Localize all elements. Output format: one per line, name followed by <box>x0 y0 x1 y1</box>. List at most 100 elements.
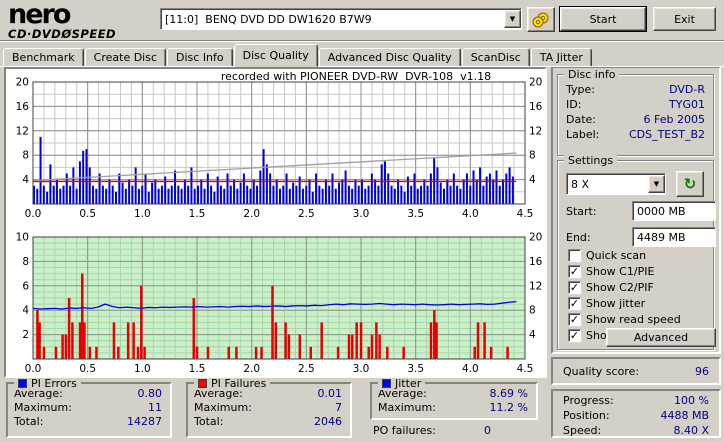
logo-nero-text: nero <box>8 0 71 30</box>
speed-select-value: 8 X <box>571 177 590 191</box>
chart-panel: recorded with PIONEER DVD-RW DVR-108 v1.… <box>4 67 547 378</box>
y-right-tick-label: 8 <box>529 150 536 162</box>
drive-select[interactable]: [11:0] BENQ DVD DD DW1620 B7W9 ▼ <box>160 8 522 30</box>
checkbox-unchecked-icon[interactable] <box>568 249 581 262</box>
pi-errors-row: Total: 14287 <box>14 415 162 429</box>
tab-create-disc[interactable]: Create Disc <box>84 48 167 67</box>
checkbox-checked-icon[interactable]: ✓ <box>568 329 581 342</box>
progress-row: Speed: 8.40 X <box>563 423 709 438</box>
pi-failures-color-swatch <box>198 379 207 388</box>
pi-failures-legend: PI Failures <box>194 377 271 390</box>
y-left-tick-label: 4 <box>22 174 29 186</box>
start-position-input[interactable]: 0000 MB <box>632 201 716 221</box>
jitter-row: Maximum: 11.2 % <box>378 401 528 415</box>
exit-button[interactable]: Exit <box>653 7 716 31</box>
x-tick-label: 2.5 <box>298 363 315 375</box>
charts-canvas: 4 8 12 16 20 4 8 12 16 20 0.0 0.5 1.0 1.5 2.0 2.5 3.0 3.5… <box>16 77 543 376</box>
x-tick-label: 3.0 <box>353 208 370 220</box>
x-tick-label: 4.5 <box>517 363 534 375</box>
y-right-tick-label: 20 <box>529 77 542 89</box>
pi-errors-chart: 4 8 12 16 20 4 8 12 16 20 0.0 0.5 1.0 1.5 2.0 2.5 3.0 3.5… <box>16 77 543 221</box>
pi-failures-row-label: Maximum: <box>194 401 252 414</box>
logo-cdspeed-text: CD·DVDØSPEED <box>8 27 117 41</box>
disc-info-row-value: CDS_TEST_B2 <box>628 128 705 141</box>
tab-ta-jitter[interactable]: TA Jitter <box>530 48 592 67</box>
x-tick-label: 3.5 <box>407 208 424 220</box>
checkbox-row-show-read-speed[interactable]: ✓ Show read speed <box>568 313 681 326</box>
start-button-label: Start <box>589 12 617 26</box>
tab-disc-quality[interactable]: Disc Quality <box>233 44 318 67</box>
tab-bar: Benchmark Create Disc Disc Info Disc Qualit… <box>3 44 593 67</box>
pi-failures-row: Total: 2046 <box>194 415 342 429</box>
po-failures-row: PO failures: 0 <box>373 424 491 437</box>
end-position-input[interactable]: 4489 MB <box>632 227 716 247</box>
checkbox-label: Show C2/PIF <box>586 281 654 294</box>
end-position-label: End: <box>566 231 591 244</box>
checkbox-label: Show jitter <box>586 297 646 310</box>
disc-info-row: Type: DVD-R <box>566 82 705 97</box>
disc-info-title: Disc info <box>568 68 616 81</box>
quality-score-value: 96 <box>695 364 709 378</box>
tab-benchmark[interactable]: Benchmark <box>3 48 84 67</box>
eject-disc-button[interactable] <box>527 7 555 32</box>
progress-row-label: Speed: <box>563 424 602 437</box>
x-tick-label: 4.0 <box>462 208 479 220</box>
disc-info-row-label: Date: <box>566 113 596 126</box>
checkbox-label: Show C1/PIE <box>586 265 655 278</box>
pi-errors-row-value: 14287 <box>127 415 162 428</box>
tab-disc-info[interactable]: Disc Info <box>167 48 233 67</box>
pi-errors-row-label: Total: <box>14 415 44 428</box>
pi-errors-title: PI Errors <box>31 377 77 390</box>
checkbox-checked-icon[interactable]: ✓ <box>568 281 581 294</box>
start-button[interactable]: Start <box>560 7 646 31</box>
x-tick-label: 1.5 <box>189 208 206 220</box>
exit-button-label: Exit <box>674 12 695 26</box>
y-left-tick-label: 8 <box>22 256 29 268</box>
disc-info-legend: Disc info <box>564 68 620 81</box>
y-right-tick-label: 4 <box>529 174 536 186</box>
disc-info-row-value: TYG01 <box>669 98 705 111</box>
advanced-button[interactable]: Advanced <box>606 328 716 347</box>
y-right-tick-label: 20 <box>529 232 542 244</box>
drive-select-arrow[interactable]: ▼ <box>504 10 521 28</box>
y-left-tick-label: 6 <box>22 280 29 292</box>
po-failures-value: 0 <box>484 424 491 437</box>
checkbox-row-quick-scan[interactable]: Quick scan <box>568 249 646 262</box>
speed-select[interactable]: 8 X ▼ <box>566 173 666 195</box>
disc-info-row: Label: CDS_TEST_B2 <box>566 127 705 142</box>
jitter-title: Jitter <box>395 377 422 390</box>
speed-select-arrow[interactable]: ▼ <box>648 175 665 193</box>
pi-errors-row-label: Maximum: <box>14 401 72 414</box>
refresh-button[interactable]: ↻ <box>676 171 704 197</box>
disc-info-row-value: DVD-R <box>669 83 705 96</box>
y-right-tick-label: 16 <box>529 256 543 268</box>
y-right-tick-label: 12 <box>529 280 542 292</box>
x-tick-label: 0.5 <box>79 363 96 375</box>
pi-failures-jitter-chart: 2 4 6 8 10 4 8 12 16 20 0.0 0.5 1.0 1.5 2.0 2.5 3.0 3.5 4.… <box>16 232 543 376</box>
checkbox-checked-icon[interactable]: ✓ <box>568 313 581 326</box>
checkbox-row-show-c2-pif[interactable]: ✓ Show C2/PIF <box>568 281 654 294</box>
pi-failures-row-value: 7 <box>335 401 342 414</box>
y-left-tick-label: 8 <box>22 150 29 162</box>
jitter-legend: Jitter <box>378 377 426 390</box>
y-right-tick-label: 8 <box>529 305 536 317</box>
po-failures-label: PO failures: <box>373 424 436 437</box>
disc-info-row: ID: TYG01 <box>566 97 705 112</box>
disc-info-group: Disc info Type: DVD-R ID: TYG01 Date: 6 Feb 2… <box>557 68 714 156</box>
checkbox-row-show-c1-pie[interactable]: ✓ Show C1/PIE <box>568 265 654 278</box>
jitter-color-swatch <box>382 379 391 388</box>
disc-info-row-label: ID: <box>566 98 582 111</box>
checkbox-checked-icon[interactable]: ✓ <box>568 265 581 278</box>
pi-failures-row-label: Total: <box>194 415 224 428</box>
chevron-down-icon: ▼ <box>509 15 516 23</box>
tab-scandisc[interactable]: ScanDisc <box>461 48 530 67</box>
start-position-value: 0000 MB <box>637 204 686 218</box>
x-tick-label: 2.0 <box>243 363 260 375</box>
tab-advanced-disc-quality[interactable]: Advanced Disc Quality <box>318 48 461 67</box>
disc-info-row: Date: 6 Feb 2005 <box>566 112 705 127</box>
x-tick-label: 0.0 <box>25 208 42 220</box>
checkbox-label: Show read speed <box>586 313 681 326</box>
checkbox-row-show-jitter[interactable]: ✓ Show jitter <box>568 297 645 310</box>
checkbox-checked-icon[interactable]: ✓ <box>568 297 581 310</box>
pi-errors-legend: PI Errors <box>14 377 81 390</box>
